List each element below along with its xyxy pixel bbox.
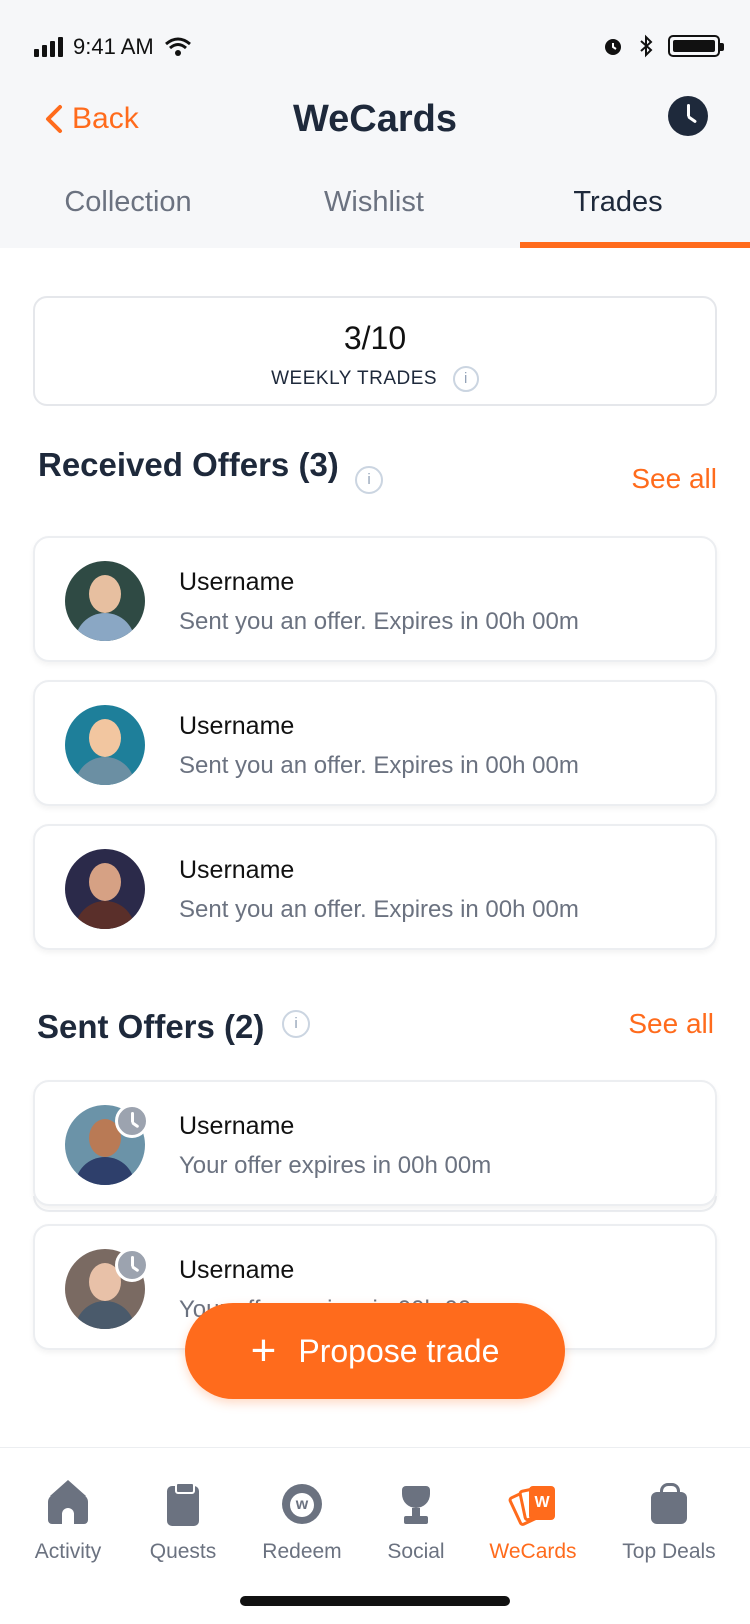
nav-item-redeem[interactable]: w Redeem [237,1482,367,1564]
coin-glyph: w [290,1493,314,1518]
wifi-icon [164,37,191,56]
house-icon [46,1480,90,1526]
nav-item-top-deals[interactable]: Top Deals [604,1482,734,1564]
active-tab-indicator [520,242,750,248]
battery-icon [668,35,724,57]
cards-glyph: W [529,1486,555,1520]
received-offer-card[interactable]: Username Sent you an offer. Expires in 0… [33,680,717,806]
propose-trade-label: Propose trade [298,1332,500,1369]
nav-label: Quests [149,1540,217,1563]
weekly-trades-label: WEEKLY TRADES [271,368,438,390]
tab-bar: Collection Wishlist Trades [0,178,750,248]
avatar-head [89,863,121,901]
clipboard-icon [161,1482,205,1526]
offer-username: Username [179,1256,295,1284]
status-bar: 9:41 AM [0,28,750,68]
status-time: 9:41 AM [73,34,154,59]
sent-info-icon[interactable]: i [282,1010,310,1038]
sent-see-all-link[interactable]: See all [628,1008,714,1040]
sent-offer-card[interactable]: Username Your offer expires in 00h 00m [33,1080,717,1206]
pending-clock-icon [115,1248,149,1282]
propose-trade-button[interactable]: + Propose trade [185,1303,565,1399]
offer-message: Your offer expires in 00h 00m [179,1152,492,1179]
info-icon[interactable]: i [452,366,479,392]
received-info-icon[interactable]: i [355,466,383,494]
sent-offers-title: Sent Offers (2) [37,1008,265,1045]
bluetooth-icon [640,34,653,58]
nav-label: Top Deals [622,1540,716,1563]
weekly-trades-box: 3/10 WEEKLY TRADES i [33,296,717,406]
received-offer-card[interactable]: Username Sent you an offer. Expires in 0… [33,824,717,950]
offer-message: Sent you an offer. Expires in 00h 00m [179,752,579,779]
offer-message: Sent you an offer. Expires in 00h 00m [179,608,579,635]
nav-label: Social [387,1540,445,1563]
offer-username: Username [179,856,295,884]
page-title: WeCards [292,98,458,140]
pending-clock-icon [115,1104,149,1138]
nav-item-social[interactable]: Social [351,1482,481,1564]
nav-item-wecards[interactable]: W WeCards [468,1482,598,1564]
avatar [65,705,145,785]
navbar: Back WeCards [0,88,750,152]
nav-item-activity[interactable]: Activity [3,1480,133,1564]
tab-wishlist[interactable]: Wishlist [264,186,484,219]
avatar [65,561,145,641]
top-area: 9:41 AM Back WeCards Collection Wishlist… [0,0,750,248]
avatar-head [89,719,121,757]
home-indicator[interactable] [240,1596,510,1606]
coin-icon: w [280,1482,324,1526]
nav-label: WeCards [489,1540,577,1563]
bag-icon [647,1482,691,1526]
cards-icon: W [507,1482,555,1528]
tab-collection[interactable]: Collection [18,186,238,219]
nav-label: Redeem [262,1540,342,1563]
tab-trades[interactable]: Trades [508,186,728,219]
trophy-icon [394,1482,438,1526]
offer-username: Username [179,568,295,596]
received-see-all-link[interactable]: See all [631,463,717,495]
received-offer-card[interactable]: Username Sent you an offer. Expires in 0… [33,536,717,662]
weekly-trades-count: 3/10 [343,320,407,356]
offer-username: Username [179,1112,295,1140]
received-offers-title: Received Offers (3) [38,446,339,483]
nav-label: Activity [34,1540,102,1563]
history-clock-icon[interactable] [668,96,708,136]
nav-item-quests[interactable]: Quests [118,1482,248,1564]
offer-message: Sent you an offer. Expires in 00h 00m [179,896,579,923]
avatar-head [89,575,121,613]
offer-username: Username [179,712,295,740]
signal-icon [34,37,63,57]
alarm-icon [605,39,621,55]
plus-icon: + [250,1326,277,1375]
weekly-trades-label-row: WEEKLY TRADES i [35,366,715,392]
avatar [65,849,145,929]
